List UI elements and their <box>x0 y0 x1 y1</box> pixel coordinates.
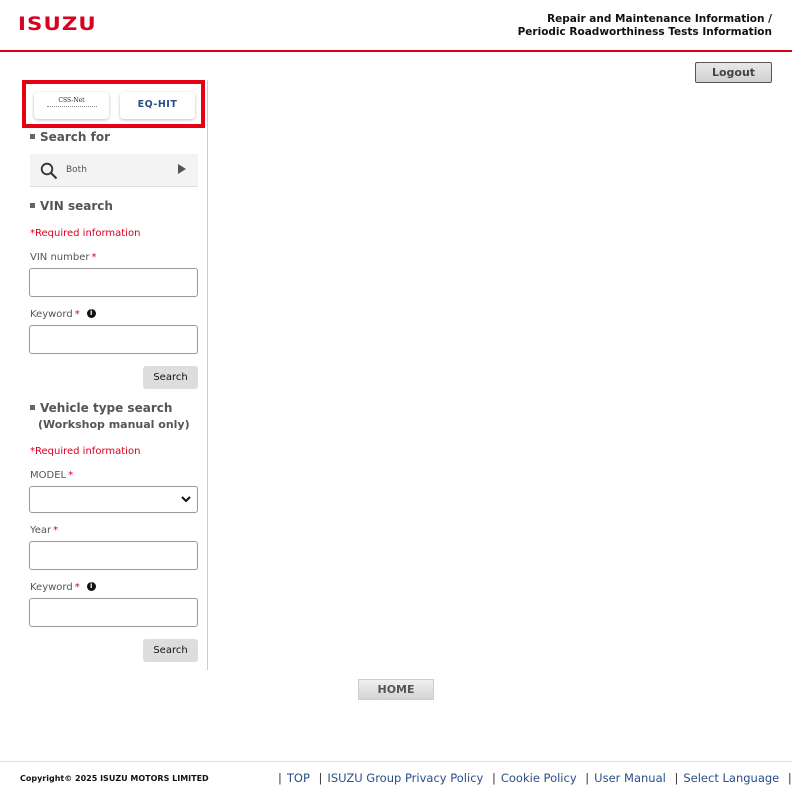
vehicle-type-search-heading-text: Vehicle type search <box>40 401 173 415</box>
model-label: MODEL * <box>30 470 73 481</box>
vehicle-type-search-subheading: (Workshop manual only) <box>38 418 190 431</box>
footer-link-privacy-policy[interactable]: ISUZU Group Privacy Policy <box>327 771 483 785</box>
search-icon <box>40 162 58 180</box>
sidebar: CSS-Net EQ-HIT Search for Both VIN searc… <box>22 80 208 670</box>
keyword-label: Keyword * i <box>30 582 96 593</box>
required-star: * <box>53 525 59 536</box>
search-for-heading: Search for <box>30 130 110 144</box>
footer-separator: | <box>674 771 679 785</box>
keyword-label-text: Keyword <box>30 582 73 593</box>
square-bullet-icon <box>30 405 35 410</box>
footer-separator: | <box>585 771 590 785</box>
footer-separator: | <box>787 771 792 785</box>
tool-links-box: CSS-Net EQ-HIT <box>22 80 205 128</box>
required-note: *Required information <box>30 446 141 457</box>
year-input[interactable] <box>29 541 198 570</box>
footer-separator: | <box>318 771 323 785</box>
page-header: ISUZU Repair and Maintenance Information… <box>0 0 792 52</box>
footer-links: | TOP | ISUZU Group Privacy Policy | Cookie… <box>273 771 792 785</box>
footer-separator: | <box>491 771 496 785</box>
footer-separator: | <box>278 771 282 785</box>
vin-search-button[interactable]: Search <box>143 366 198 389</box>
vin-search-heading-text: VIN search <box>40 199 113 213</box>
vehicle-search-button[interactable]: Search <box>143 639 198 662</box>
footer-link-cookie-policy[interactable]: Cookie Policy <box>501 771 577 785</box>
chevron-down-icon <box>181 496 191 503</box>
required-star: * <box>91 252 97 263</box>
vin-keyword-input[interactable] <box>29 325 198 354</box>
model-label-text: MODEL <box>30 470 67 481</box>
square-bullet-icon <box>30 134 35 139</box>
eq-hit-button[interactable]: EQ-HIT <box>120 92 195 119</box>
required-note: *Required information <box>30 228 141 239</box>
year-label: Year * <box>30 525 58 536</box>
required-star: * <box>74 309 80 320</box>
play-arrow-icon <box>178 164 186 174</box>
footer-link-top[interactable]: TOP <box>287 771 310 785</box>
search-for-heading-text: Search for <box>40 130 111 144</box>
css-net-button[interactable]: CSS-Net <box>34 92 109 119</box>
eq-hit-logo: EQ-HIT <box>137 99 178 110</box>
required-star: * <box>74 582 80 593</box>
square-bullet-icon <box>30 203 35 208</box>
logout-button[interactable]: Logout <box>695 62 772 83</box>
isuzu-logo[interactable]: ISUZU <box>18 13 97 35</box>
footer-divider <box>0 761 792 762</box>
vin-number-label: VIN number * <box>30 252 96 263</box>
vehicle-keyword-input[interactable] <box>29 598 198 627</box>
footer-link-user-manual[interactable]: User Manual <box>594 771 666 785</box>
copyright: Copyright© 2025 ISUZU MOTORS LIMITED <box>20 774 209 783</box>
page-title-line2: Periodic Roadworthiness Tests Informatio… <box>517 26 772 38</box>
info-icon[interactable]: i <box>86 582 96 591</box>
vin-number-input[interactable] <box>29 268 198 297</box>
year-label-text: Year <box>30 525 52 536</box>
required-star: * <box>68 470 74 481</box>
search-for-value: Both <box>66 165 87 175</box>
keyword-label-text: Keyword <box>30 309 73 320</box>
keyword-label: Keyword * i <box>30 309 96 320</box>
css-net-tagline <box>46 106 97 108</box>
model-select[interactable] <box>29 486 198 513</box>
vin-search-heading: VIN search <box>30 199 113 213</box>
page-title-line1: Repair and Maintenance Information / <box>547 13 772 25</box>
home-button[interactable]: HOME <box>358 679 434 700</box>
vin-number-label-text: VIN number <box>30 252 90 263</box>
search-for-selector[interactable]: Both <box>30 154 198 187</box>
info-icon[interactable]: i <box>86 309 96 318</box>
page-title: Repair and Maintenance Information / Per… <box>518 13 772 39</box>
footer-link-select-language[interactable]: Select Language <box>683 771 779 785</box>
vehicle-type-search-heading: Vehicle type search <box>30 401 172 415</box>
css-net-logo: CSS-Net <box>58 97 85 104</box>
